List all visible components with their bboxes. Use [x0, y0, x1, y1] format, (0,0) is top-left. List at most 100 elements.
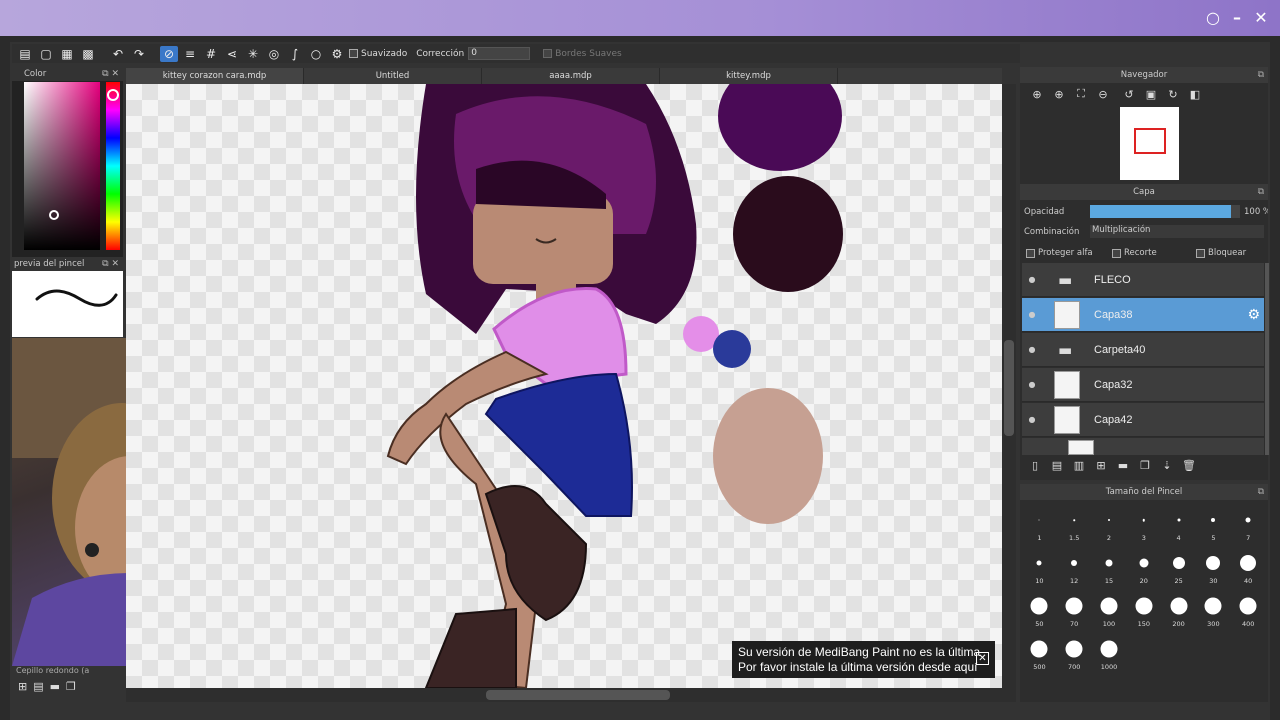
- brush-folder-icon[interactable]: ▬: [50, 680, 60, 693]
- brush-size-option-12[interactable]: 12: [1057, 545, 1092, 588]
- correccion-select[interactable]: 0: [468, 47, 531, 60]
- brush-size-option-300[interactable]: 300: [1196, 588, 1231, 631]
- navigator-view-frame[interactable]: [1134, 128, 1166, 154]
- brush-size-option-5[interactable]: 5: [1196, 502, 1231, 545]
- rotate-right-icon[interactable]: ↻: [1164, 86, 1182, 102]
- panel-float-icon[interactable]: ⧉: [1258, 70, 1264, 80]
- fit-screen-icon[interactable]: ⛶: [1072, 86, 1090, 102]
- brush-size-option-150[interactable]: 150: [1126, 588, 1161, 631]
- perspective-snap-icon[interactable]: ⋖: [223, 46, 241, 62]
- brush-size-option-2[interactable]: 2: [1092, 502, 1127, 545]
- vertical-scroll-thumb[interactable]: [1004, 340, 1014, 436]
- visibility-icon[interactable]: ●: [1024, 345, 1040, 354]
- panel-float-icon[interactable]: ⧉: [1258, 487, 1264, 497]
- redo-icon[interactable]: ↷: [130, 46, 148, 62]
- opacity-slider-fill[interactable]: [1090, 205, 1231, 218]
- blend-mode-select[interactable]: Multiplicación: [1090, 225, 1264, 238]
- brush-size-option-25[interactable]: 25: [1161, 545, 1196, 588]
- radial-snap-icon[interactable]: ✳: [244, 46, 262, 62]
- rotate-left-icon[interactable]: ↺: [1120, 86, 1138, 102]
- brush-size-option-1.5[interactable]: 1.5: [1057, 502, 1092, 545]
- panel-float-icon[interactable]: ⧉: [1258, 187, 1264, 197]
- hue-handle[interactable]: [107, 89, 119, 101]
- zoom-in-alt-icon[interactable]: ⊕: [1050, 86, 1068, 102]
- new-folder-icon[interactable]: ▬: [1114, 457, 1132, 473]
- lock-checkbox[interactable]: Bloquear: [1196, 248, 1246, 258]
- add-layer-menu-icon[interactable]: ⊞: [1092, 457, 1110, 473]
- brush-size-option-30[interactable]: 30: [1196, 545, 1231, 588]
- brush-size-option-400[interactable]: 400: [1231, 588, 1266, 631]
- brush-size-option-3[interactable]: 3: [1126, 502, 1161, 545]
- brush-size-option-700[interactable]: 700: [1057, 631, 1092, 674]
- panel-controls-icon[interactable]: ⧉ ✕: [102, 69, 119, 79]
- color-saturation-field[interactable]: [24, 82, 100, 250]
- new-layer-icon[interactable]: ▯: [1026, 457, 1044, 473]
- reset-view-icon[interactable]: ▣: [1142, 86, 1160, 102]
- visibility-icon[interactable]: ●: [1024, 415, 1040, 424]
- layer-item-fleco[interactable]: ● ▬ FLECO: [1022, 263, 1264, 297]
- protect-alpha-checkbox[interactable]: Proteger alfa: [1026, 248, 1093, 258]
- restore-icon[interactable]: ○: [1204, 8, 1222, 27]
- brush-size-option-40[interactable]: 40: [1231, 545, 1266, 588]
- zoom-in-icon[interactable]: ⊕: [1028, 86, 1046, 102]
- brush-size-option-500[interactable]: 500: [1022, 631, 1057, 674]
- brush-size-option-70[interactable]: 70: [1057, 588, 1092, 631]
- tab-kittey[interactable]: kittey.mdp: [660, 68, 838, 84]
- brush-copy-icon[interactable]: ❐: [66, 680, 76, 693]
- circle-snap-icon[interactable]: ○: [307, 46, 325, 62]
- brush-size-option-7[interactable]: 7: [1231, 502, 1266, 545]
- drawing-canvas[interactable]: [126, 84, 1002, 688]
- zoom-out-icon[interactable]: ⊖: [1094, 86, 1112, 102]
- brush-size-option-200[interactable]: 200: [1161, 588, 1196, 631]
- visibility-icon[interactable]: ●: [1024, 380, 1040, 389]
- layer-settings-gear-icon[interactable]: ⚙: [1247, 307, 1260, 323]
- layer-list-scrollbar[interactable]: [1265, 263, 1269, 455]
- clipping-checkbox[interactable]: Recorte: [1112, 248, 1157, 258]
- suavizado-checkbox[interactable]: Suavizado: [349, 49, 407, 59]
- close-icon[interactable]: ✕: [1252, 8, 1270, 27]
- brush-size-option-1[interactable]: 1: [1022, 502, 1057, 545]
- undo-icon[interactable]: ↶: [109, 46, 127, 62]
- document-icon[interactable]: ▢: [37, 46, 55, 62]
- duplicate-layer-icon[interactable]: ❐: [1136, 457, 1154, 473]
- color-picker-handle[interactable]: [49, 210, 59, 220]
- new-8bit-layer-icon[interactable]: ▥: [1070, 457, 1088, 473]
- brush-size-option-4[interactable]: 4: [1161, 502, 1196, 545]
- new-halftone-layer-icon[interactable]: ▤: [1048, 457, 1066, 473]
- panel-controls-icon[interactable]: ⧉ ✕: [102, 259, 119, 269]
- snap-off-icon[interactable]: ⊘: [160, 45, 178, 62]
- merge-layer-icon[interactable]: ⇣: [1158, 457, 1176, 473]
- layer-item-partial[interactable]: [1022, 438, 1264, 455]
- menu-icon[interactable]: ▤: [16, 46, 34, 62]
- minimize-icon[interactable]: –: [1228, 8, 1246, 27]
- brush-size-option-100[interactable]: 100: [1092, 588, 1127, 631]
- parallel-snap-icon[interactable]: ≡: [181, 46, 199, 62]
- update-notice[interactable]: Su versión de MediBang Paint no es la úl…: [732, 641, 995, 678]
- concentric-snap-icon[interactable]: ◎: [265, 46, 283, 62]
- notice-close-icon[interactable]: ✕: [976, 652, 989, 665]
- grid-icon[interactable]: ▩: [79, 46, 97, 62]
- layer-item-capa32[interactable]: ● Capa32: [1022, 368, 1264, 402]
- layer-item-carpeta40[interactable]: ● ▬ Carpeta40: [1022, 333, 1264, 367]
- visibility-icon[interactable]: ●: [1024, 310, 1040, 319]
- brush-size-option-10[interactable]: 10: [1022, 545, 1057, 588]
- settings-gear-icon[interactable]: ⚙: [328, 46, 346, 62]
- flip-icon[interactable]: ◧: [1186, 86, 1204, 102]
- delete-layer-icon[interactable]: 🗑: [1180, 457, 1198, 473]
- layer-item-capa42[interactable]: ● Capa42: [1022, 403, 1264, 437]
- add-brush-icon[interactable]: ⊞: [18, 680, 27, 693]
- tab-kittey-corazon[interactable]: kittey corazon cara.mdp: [126, 68, 304, 84]
- horizontal-scroll-thumb[interactable]: [486, 690, 670, 700]
- brush-size-option-15[interactable]: 15: [1092, 545, 1127, 588]
- tab-untitled[interactable]: Untitled: [304, 68, 482, 84]
- curve-snap-icon[interactable]: ∫: [286, 46, 304, 62]
- layers-icon[interactable]: ▦: [58, 46, 76, 62]
- tab-aaaa[interactable]: aaaa.mdp: [482, 68, 660, 84]
- grid-snap-icon[interactable]: #: [202, 46, 220, 62]
- visibility-icon[interactable]: ●: [1024, 275, 1040, 284]
- brush-size-option-20[interactable]: 20: [1126, 545, 1161, 588]
- brush-settings-icon[interactable]: ▤: [33, 680, 43, 693]
- hue-slider[interactable]: [106, 82, 120, 250]
- layer-item-capa38[interactable]: ● Capa38 ⚙: [1022, 298, 1264, 332]
- brush-size-option-50[interactable]: 50: [1022, 588, 1057, 631]
